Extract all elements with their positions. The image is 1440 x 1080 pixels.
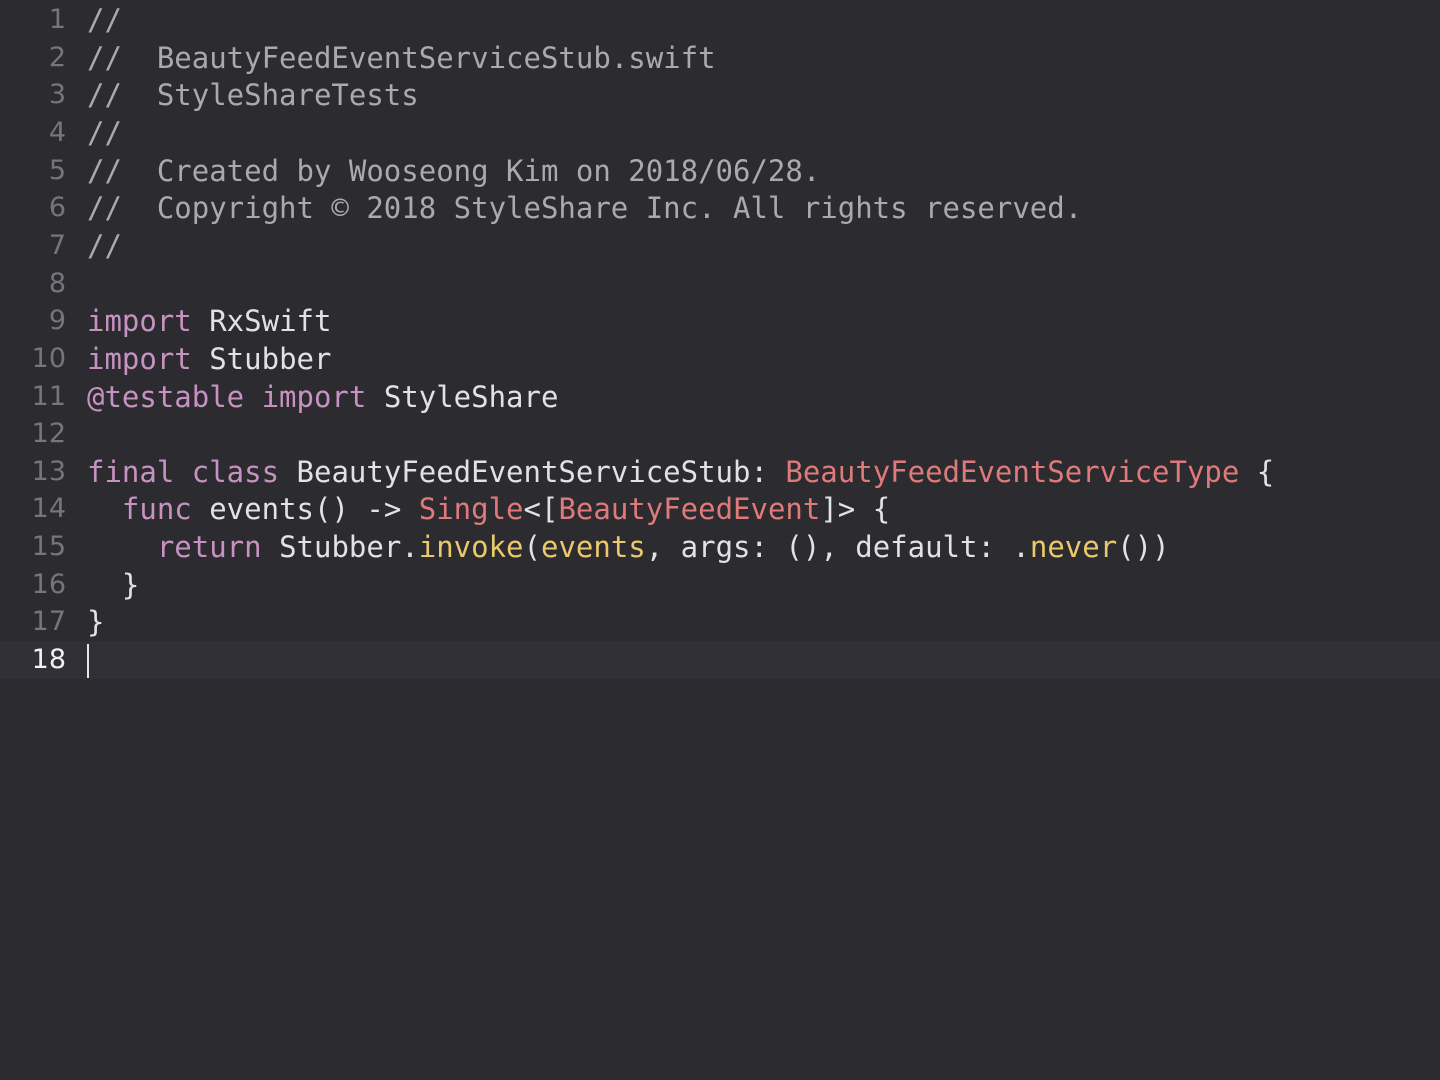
code-token: StyleShare bbox=[366, 379, 559, 414]
code-token: never bbox=[1029, 530, 1118, 565]
code-token: Stubber bbox=[191, 341, 332, 376]
code-token: import bbox=[87, 341, 192, 376]
code-token: } bbox=[87, 567, 140, 602]
code-text: // BeautyFeedEventServiceStub.swift bbox=[87, 39, 716, 77]
code-token: func bbox=[121, 492, 192, 527]
code-text: import RxSwift bbox=[87, 302, 331, 340]
code-line[interactable]: 10 import Stubber bbox=[0, 340, 1440, 378]
code-text: // StyleShareTests bbox=[87, 76, 419, 114]
code-text: } bbox=[87, 566, 139, 604]
code-text: } bbox=[87, 603, 104, 641]
code-token: } bbox=[87, 605, 105, 640]
code-line[interactable]: 18 bbox=[0, 641, 1440, 680]
code-text: final class BeautyFeedEventServiceStub: … bbox=[87, 453, 1274, 491]
line-number: 3 bbox=[48, 79, 66, 111]
code-line[interactable]: 4 // bbox=[0, 114, 1440, 152]
line-number: 4 bbox=[48, 116, 66, 148]
code-token: // bbox=[87, 228, 122, 263]
code-token: // Created by Wooseong Kim on 2018/06/28… bbox=[87, 153, 821, 188]
code-line[interactable]: 5 // Created by Wooseong Kim on 2018/06/2… bbox=[0, 152, 1440, 190]
code-line[interactable]: 12 bbox=[0, 415, 1440, 453]
code-text: // bbox=[87, 1, 122, 39]
code-text: // bbox=[87, 114, 122, 152]
code-line[interactable]: 8 bbox=[0, 265, 1440, 303]
code-token: { bbox=[1239, 454, 1275, 489]
code-token: ()) bbox=[1117, 530, 1170, 565]
code-line[interactable]: 1 // bbox=[0, 1, 1440, 39]
code-text: // bbox=[87, 227, 122, 265]
line-number: 18 bbox=[31, 644, 66, 676]
code-token: Stubber. bbox=[261, 530, 419, 565]
code-text: @testable import StyleShare bbox=[87, 378, 558, 416]
line-number: 9 bbox=[48, 305, 66, 337]
code-text bbox=[87, 641, 89, 679]
code-token: return bbox=[156, 530, 262, 565]
line-number: 17 bbox=[31, 606, 66, 638]
code-token: <[ bbox=[523, 492, 559, 527]
code-line[interactable]: 9 import RxSwift bbox=[0, 302, 1440, 340]
code-line[interactable]: 13 final class BeautyFeedEventServiceStub… bbox=[0, 453, 1440, 491]
code-text: return Stubber.invoke(events, args: (), … bbox=[87, 528, 1170, 566]
line-number: 8 bbox=[48, 267, 66, 299]
code-line[interactable]: 7 // bbox=[0, 227, 1440, 265]
code-token: final class bbox=[87, 454, 280, 489]
code-text: // Copyright © 2018 StyleShare Inc. All … bbox=[87, 189, 1082, 227]
code-token: , args: (), default: . bbox=[645, 530, 1030, 565]
line-number: 11 bbox=[31, 380, 66, 412]
line-number: 1 bbox=[48, 4, 66, 35]
code-line[interactable]: 15 return Stubber.invoke(events, args: (… bbox=[0, 528, 1440, 566]
line-number: 10 bbox=[31, 342, 66, 374]
line-number: 16 bbox=[31, 568, 66, 600]
code-line[interactable]: 3 // StyleShareTests bbox=[0, 76, 1440, 114]
code-token: events bbox=[540, 530, 646, 565]
code-token: BeautyFeedEventServiceStub: bbox=[279, 454, 786, 489]
code-token: ]> { bbox=[820, 492, 891, 527]
code-token: RxSwift bbox=[191, 304, 332, 339]
line-number: 5 bbox=[48, 154, 66, 186]
code-editor[interactable]: 1//2// BeautyFeedEventServiceStub.swift 3… bbox=[0, 0, 1440, 1080]
code-text: // Created by Wooseong Kim on 2018/06/28… bbox=[87, 152, 820, 190]
code-token: import bbox=[87, 304, 192, 339]
code-token: ( bbox=[523, 530, 541, 565]
code-line[interactable]: 16 } bbox=[0, 566, 1440, 604]
line-number: 2 bbox=[48, 41, 66, 73]
code-token: // StyleShareTests bbox=[87, 78, 419, 113]
line-number: 15 bbox=[31, 531, 66, 563]
line-number: 13 bbox=[31, 455, 66, 487]
code-text: import Stubber bbox=[87, 340, 331, 378]
code-line[interactable]: 2 // BeautyFeedEventServiceStub.swift bbox=[0, 39, 1440, 77]
code-token: invoke bbox=[418, 530, 524, 565]
code-token: BeautyFeedEventServiceType bbox=[785, 454, 1240, 489]
code-line[interactable]: 17} bbox=[0, 603, 1440, 641]
code-token: // bbox=[87, 3, 122, 37]
code-token: Single bbox=[418, 492, 524, 527]
code-text: func events() -> Single<[BeautyFeedEvent… bbox=[87, 490, 890, 528]
line-number: 7 bbox=[48, 229, 66, 261]
code-token: // Copyright © 2018 StyleShare Inc. All … bbox=[87, 191, 1083, 226]
line-number: 6 bbox=[48, 192, 66, 224]
code-token: // BeautyFeedEventServiceStub.swift bbox=[87, 40, 716, 75]
code-line[interactable]: 14 func events() -> Single<[BeautyFeedEv… bbox=[0, 490, 1440, 528]
code-line[interactable]: 6 // Copyright © 2018 StyleShare Inc. All… bbox=[0, 189, 1440, 227]
code-token: events() -> bbox=[191, 492, 419, 527]
code-line[interactable]: 11 @testable import StyleShare bbox=[0, 378, 1440, 416]
code-token: BeautyFeedEvent bbox=[558, 492, 821, 527]
code-token: @testable import bbox=[87, 379, 367, 414]
text-cursor bbox=[87, 643, 89, 678]
line-number: 12 bbox=[31, 418, 66, 450]
code-token: // bbox=[87, 115, 122, 150]
line-number: 14 bbox=[31, 493, 66, 525]
